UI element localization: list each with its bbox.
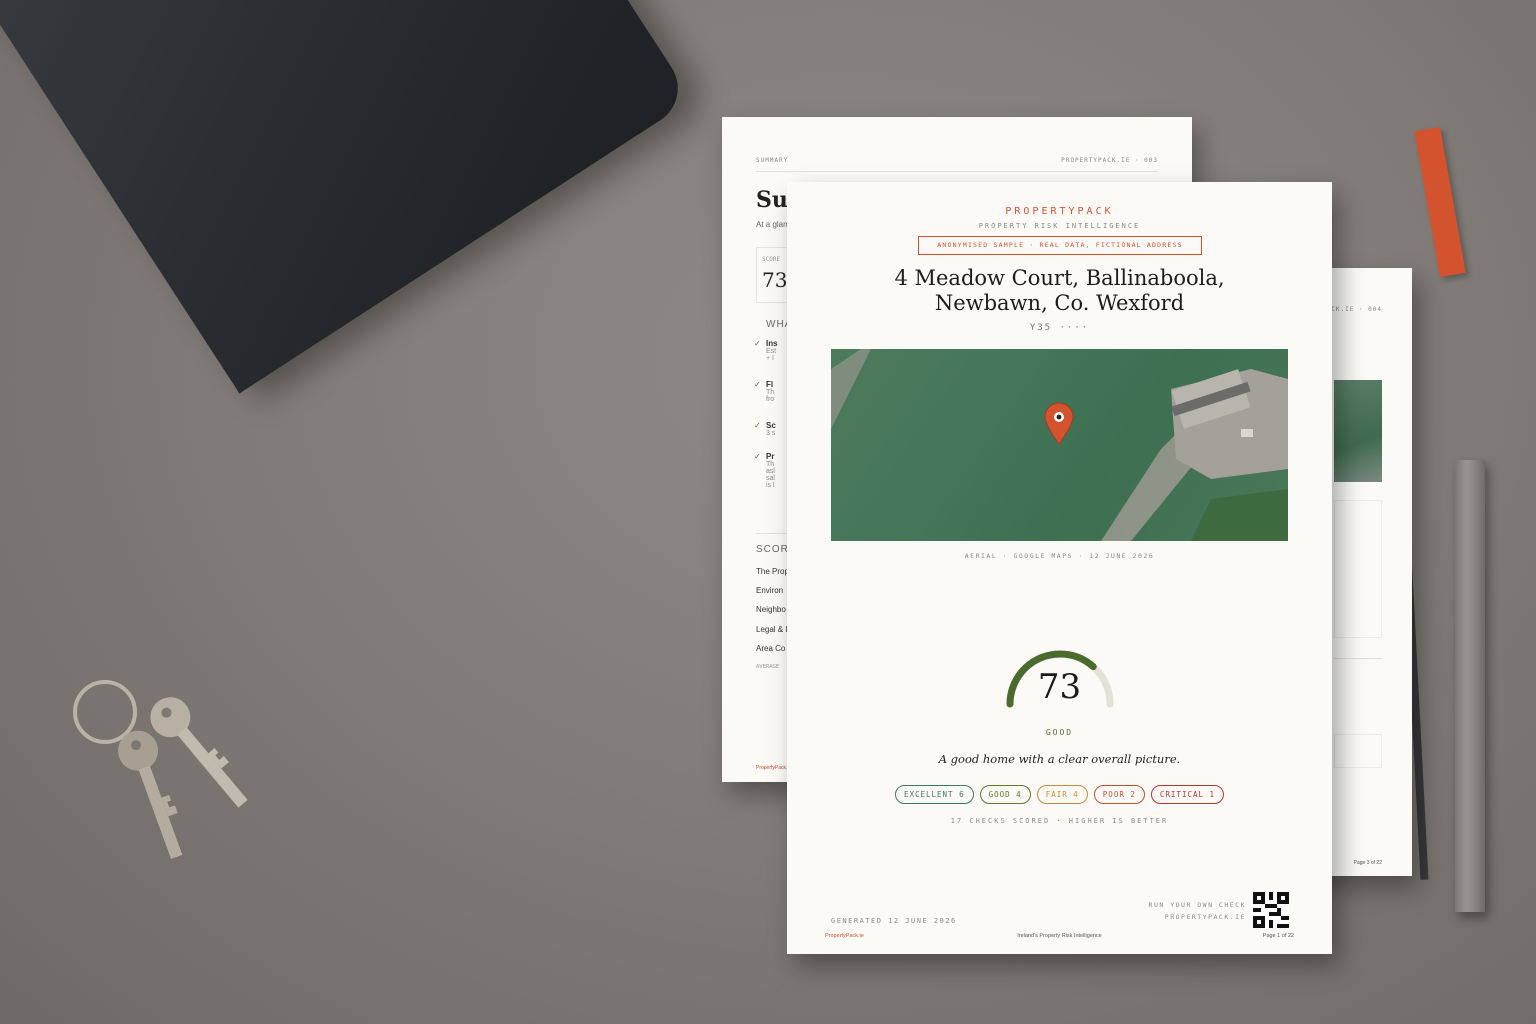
page-footer: PropertyPack.ie	[756, 765, 792, 771]
brand-name: PROPERTYPACK	[1005, 206, 1114, 217]
checks-summary: 17 CHECKS SCORED · HIGHER IS BETTER	[950, 817, 1169, 825]
content-box	[1334, 500, 1382, 638]
check-icon: ✓	[754, 452, 761, 461]
footer-page-number: Page 1 of 22	[1262, 933, 1294, 939]
aerial-image	[831, 349, 1288, 541]
content-box	[1334, 734, 1382, 768]
eircode: Y35 ····	[1029, 323, 1090, 333]
check-icon: ✓	[754, 421, 761, 430]
score-verdict: A good home with a clear overall picture…	[938, 752, 1181, 766]
orange-sticky-tab	[1414, 126, 1466, 278]
divider	[756, 171, 1158, 172]
divider	[1334, 658, 1382, 659]
address-line-1: 4 Meadow Court, Ballinaboola,	[894, 266, 1225, 290]
average-label: AVERAGE	[756, 664, 780, 670]
sample-badge: ANONYMISED SAMPLE · REAL DATA, FICTIONAL…	[918, 236, 1202, 255]
run-check-line-2: PROPERTYPACK.IE	[1164, 913, 1246, 921]
check-icon: ✓	[754, 339, 761, 348]
grade-breakdown: EXCELLENT 6 GOOD 4 FAIR 4 POOR 2 CRITICA…	[787, 785, 1332, 804]
check-item: ✓ Sc 3 s	[754, 421, 776, 437]
score-row: Area Co	[756, 644, 786, 653]
run-check-line-1: RUN YOUR OWN CHECK	[1148, 901, 1246, 909]
aerial-thumbnail	[1334, 380, 1382, 482]
page-footer: Page 3 of 22	[1353, 860, 1382, 866]
check-item: ✓ Ins Est + I	[754, 339, 778, 362]
footer-tagline: Ireland's Property Risk Intelligence	[1017, 933, 1102, 939]
score-row: The Prop	[756, 567, 789, 576]
header-page-ref: PROPERTYPACK.IE · 003	[1061, 157, 1158, 164]
pill-poor: POOR 2	[1093, 785, 1145, 804]
location-pin-icon	[1044, 402, 1074, 445]
pill-fair: FAIR 4	[1036, 785, 1088, 804]
score-value: 73	[1037, 667, 1082, 707]
check-item: ✓ Pr Th asl sal is l	[754, 452, 775, 489]
laptop	[0, 0, 693, 394]
map-caption: AERIAL · GOOGLE MAPS · 12 JUNE 2026	[964, 552, 1155, 560]
aerial-map	[831, 349, 1288, 541]
metal-ruler	[1455, 460, 1485, 912]
page-header: CK.IE · 004	[1331, 306, 1382, 313]
page-header: SUMMARY PROPERTYPACK.IE · 003	[756, 157, 1158, 164]
generated-date: GENERATED 12 JUNE 2026	[831, 917, 957, 925]
pill-critical: CRITICAL 1	[1150, 785, 1225, 804]
keys	[73, 680, 248, 859]
section-heading: SCOR	[756, 544, 789, 555]
score-grade: GOOD	[1045, 728, 1074, 737]
score-value: 73	[762, 268, 788, 292]
address-line-2: Newbawn, Co. Wexford	[934, 291, 1185, 315]
check-icon: ✓	[754, 380, 761, 389]
score-row: Neighbo	[756, 605, 786, 614]
pill-good: GOOD 4	[979, 785, 1031, 804]
qr-code-icon	[1253, 892, 1289, 928]
property-address: 4 Meadow Court, Ballinaboola, Newbawn, C…	[787, 266, 1332, 316]
pill-excellent: EXCELLENT 6	[894, 785, 974, 804]
score-row: Legal & I	[756, 625, 788, 634]
run-check-cta: RUN YOUR OWN CHECK PROPERTYPACK.IE	[1149, 899, 1246, 923]
check-item: ✓ Fl Th fro	[754, 380, 775, 403]
brand-tagline: PROPERTY RISK INTELLIGENCE	[978, 222, 1141, 230]
score-label: SCORE	[762, 256, 781, 263]
page-subtitle: At a glan	[756, 220, 788, 229]
header-section: SUMMARY	[756, 157, 789, 164]
report-page-cover: PROPERTYPACK PROPERTY RISK INTELLIGENCE …	[787, 182, 1332, 954]
score-row: Environ	[756, 586, 784, 595]
